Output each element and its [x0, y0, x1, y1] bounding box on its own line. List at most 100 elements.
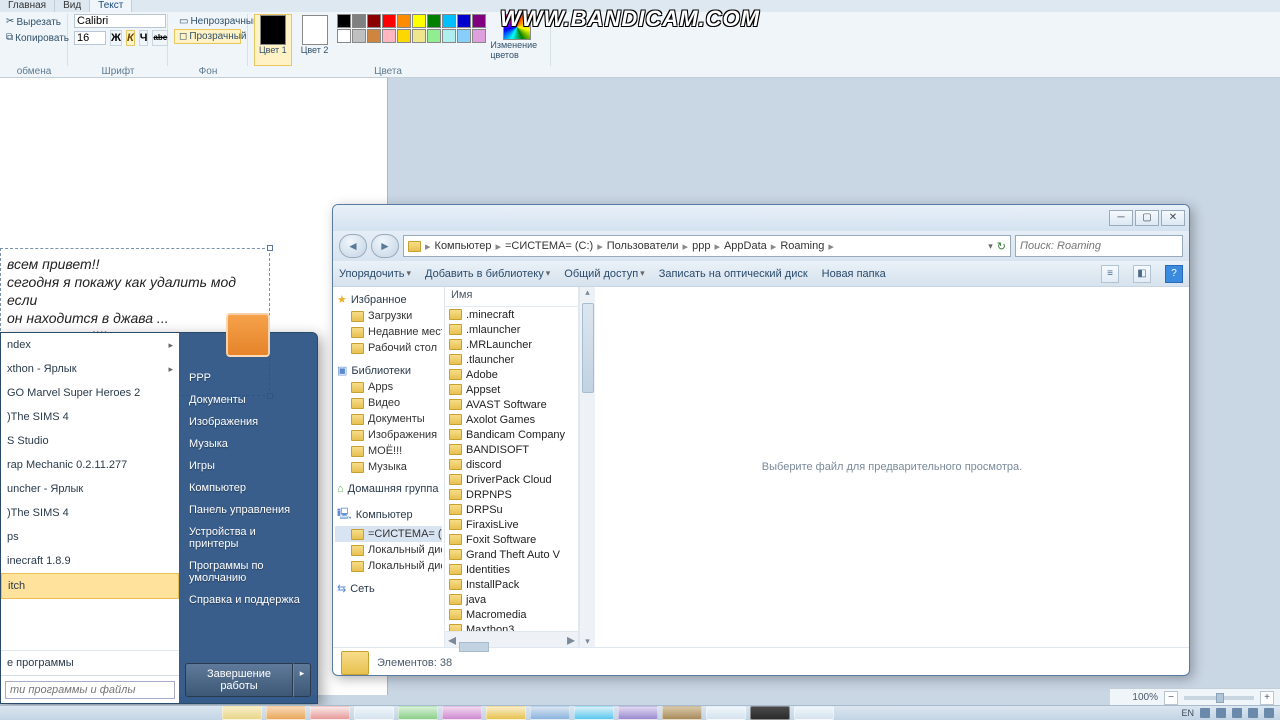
nav-item[interactable]: Загрузки: [335, 308, 442, 324]
nav-item[interactable]: Apps: [335, 379, 442, 395]
taskbar-app[interactable]: [486, 706, 526, 720]
tray-icon[interactable]: [1248, 708, 1258, 718]
breadcrumb-item[interactable]: ppp: [692, 240, 710, 252]
nav-libraries[interactable]: ▣Библиотеки: [335, 362, 442, 379]
refresh-button[interactable]: ↻: [997, 240, 1006, 253]
taskbar-app[interactable]: [398, 706, 438, 720]
file-item[interactable]: AVAST Software: [445, 397, 578, 412]
bg-opaque-button[interactable]: ▭Непрозрачный: [174, 14, 241, 29]
font-size-select[interactable]: [74, 31, 106, 45]
start-right-item[interactable]: Документы: [185, 389, 311, 411]
file-item[interactable]: Foxit Software: [445, 532, 578, 547]
file-item[interactable]: Appset: [445, 382, 578, 397]
file-item[interactable]: Axolot Games: [445, 412, 578, 427]
palette-color[interactable]: [472, 14, 486, 28]
file-item[interactable]: java: [445, 592, 578, 607]
nav-network[interactable]: ⇆Сеть: [335, 580, 442, 597]
palette-color[interactable]: [412, 29, 426, 43]
nav-item[interactable]: Видео: [335, 395, 442, 411]
tray-icon[interactable]: [1216, 708, 1226, 718]
palette-color[interactable]: [442, 14, 456, 28]
file-item[interactable]: Identities: [445, 562, 578, 577]
resize-handle[interactable]: [267, 245, 273, 251]
nav-item[interactable]: Недавние места: [335, 324, 442, 340]
shutdown-button[interactable]: Завершение работы: [185, 663, 293, 697]
help-button[interactable]: ?: [1165, 265, 1183, 283]
start-right-item[interactable]: Игры: [185, 455, 311, 477]
addlib-menu[interactable]: Добавить в библиотеку ▾: [425, 268, 550, 280]
palette-color[interactable]: [397, 29, 411, 43]
nav-item[interactable]: Документы: [335, 411, 442, 427]
explorer-titlebar[interactable]: ─ ▢ ✕: [333, 205, 1189, 231]
palette-color[interactable]: [352, 29, 366, 43]
palette-color[interactable]: [442, 29, 456, 43]
bold-button[interactable]: Ж: [110, 30, 122, 46]
start-program-item[interactable]: uncher - Ярлык: [1, 477, 179, 501]
palette-color[interactable]: [382, 14, 396, 28]
nav-item[interactable]: Рабочий стол: [335, 340, 442, 356]
nav-item[interactable]: МОЁ!!!: [335, 443, 442, 459]
user-avatar[interactable]: [226, 313, 270, 357]
organize-menu[interactable]: Упорядочить ▾: [339, 268, 411, 280]
file-item[interactable]: discord: [445, 457, 578, 472]
nav-homegroup[interactable]: ⌂Домашняя группа: [335, 481, 442, 497]
taskbar-app[interactable]: [750, 706, 790, 720]
file-item[interactable]: DRPSu: [445, 502, 578, 517]
nav-back-button[interactable]: ◄: [339, 234, 367, 258]
palette-color[interactable]: [472, 29, 486, 43]
taskbar-app[interactable]: [662, 706, 702, 720]
zoom-out-button[interactable]: −: [1164, 691, 1178, 705]
taskbar-app[interactable]: [574, 706, 614, 720]
file-item[interactable]: .minecraft: [445, 307, 578, 322]
breadcrumb-item[interactable]: =СИСТЕМА= (C:): [505, 240, 593, 252]
start-right-item[interactable]: Программы по умолчанию: [185, 555, 311, 589]
bg-transparent-button[interactable]: ◻Прозрачный: [174, 29, 241, 44]
palette-color[interactable]: [337, 14, 351, 28]
palette-color[interactable]: [337, 29, 351, 43]
zoom-slider[interactable]: [1184, 696, 1254, 700]
file-item[interactable]: DRPNPS: [445, 487, 578, 502]
tray-icon[interactable]: [1200, 708, 1210, 718]
underline-button[interactable]: Ч: [139, 30, 149, 46]
nav-item[interactable]: =СИСТЕМА= (C:): [335, 526, 442, 542]
file-item[interactable]: Adobe: [445, 367, 578, 382]
start-right-item[interactable]: Устройства и принтеры: [185, 521, 311, 555]
start-right-item[interactable]: Панель управления: [185, 499, 311, 521]
start-program-item[interactable]: GO Marvel Super Heroes 2: [1, 381, 179, 405]
nav-item[interactable]: Музыка: [335, 459, 442, 475]
taskbar-app[interactable]: [354, 706, 394, 720]
file-item[interactable]: FiraxisLive: [445, 517, 578, 532]
taskbar-app[interactable]: [310, 706, 350, 720]
taskbar-app[interactable]: [222, 706, 262, 720]
share-menu[interactable]: Общий доступ ▾: [564, 268, 644, 280]
explorer-search-input[interactable]: [1015, 235, 1183, 257]
tray-icon[interactable]: [1264, 708, 1274, 718]
palette-color[interactable]: [382, 29, 396, 43]
breadcrumb-item[interactable]: Roaming: [780, 240, 824, 252]
color1-button[interactable]: Цвет 1: [254, 14, 292, 66]
file-item[interactable]: DriverPack Cloud: [445, 472, 578, 487]
file-item[interactable]: .mlauncher: [445, 322, 578, 337]
taskbar-app[interactable]: [794, 706, 834, 720]
breadcrumb-item[interactable]: Пользователи: [607, 240, 679, 252]
shutdown-options-button[interactable]: ▸: [293, 663, 311, 697]
nav-forward-button[interactable]: ►: [371, 234, 399, 258]
palette-color[interactable]: [427, 29, 441, 43]
taskbar-app[interactable]: [618, 706, 658, 720]
strike-button[interactable]: abc: [152, 30, 168, 46]
breadcrumb-dropdown[interactable]: ▾: [988, 241, 993, 252]
start-program-item[interactable]: )The SIMS 4: [1, 501, 179, 525]
start-program-item[interactable]: ndex▸: [1, 333, 179, 357]
file-item[interactable]: Maxthon3: [445, 622, 578, 631]
minimize-button[interactable]: ─: [1109, 210, 1133, 226]
file-item[interactable]: .tlauncher: [445, 352, 578, 367]
palette-color[interactable]: [367, 14, 381, 28]
palette-color[interactable]: [367, 29, 381, 43]
start-right-item[interactable]: Музыка: [185, 433, 311, 455]
all-programs-button[interactable]: е программы: [1, 650, 179, 675]
nav-item[interactable]: Локальный диск (E: [335, 558, 442, 574]
nav-favorites[interactable]: ★Избранное: [335, 291, 442, 308]
palette-color[interactable]: [397, 14, 411, 28]
italic-button[interactable]: К: [126, 30, 135, 46]
maximize-button[interactable]: ▢: [1135, 210, 1159, 226]
